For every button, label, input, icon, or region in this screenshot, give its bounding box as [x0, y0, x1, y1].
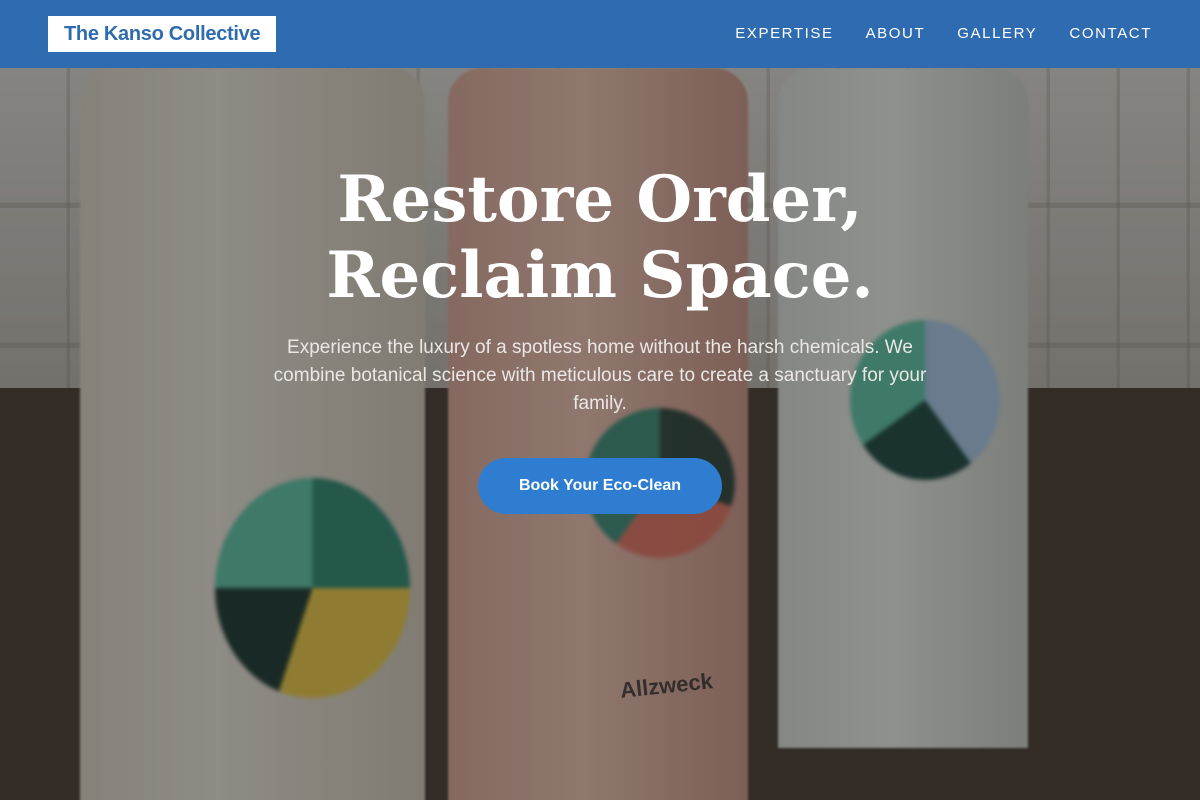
nav-item-about: ABOUT [866, 25, 926, 43]
site-header: The Kanso Collective EXPERTISE ABOUT GAL… [0, 0, 1200, 68]
main-nav: EXPERTISE ABOUT GALLERY CONTACT [735, 25, 1152, 43]
nav-link-gallery[interactable]: GALLERY [957, 25, 1037, 42]
nav-link-about[interactable]: ABOUT [866, 25, 926, 42]
nav-link-expertise[interactable]: EXPERTISE [735, 25, 833, 42]
nav-item-expertise: EXPERTISE [735, 25, 833, 43]
hero-title: Restore Order, Reclaim Space. [326, 162, 874, 313]
nav-item-contact: CONTACT [1069, 25, 1152, 43]
brand-logo-link[interactable]: The Kanso Collective [48, 16, 277, 52]
book-eco-clean-button[interactable]: Book Your Eco-Clean [478, 458, 722, 514]
hero-content: Restore Order, Reclaim Space. Experience… [0, 162, 1200, 514]
nav-item-gallery: GALLERY [957, 25, 1037, 43]
hero-subtitle: Experience the luxury of a spotless home… [273, 337, 927, 414]
nav-link-contact[interactable]: CONTACT [1069, 25, 1152, 42]
